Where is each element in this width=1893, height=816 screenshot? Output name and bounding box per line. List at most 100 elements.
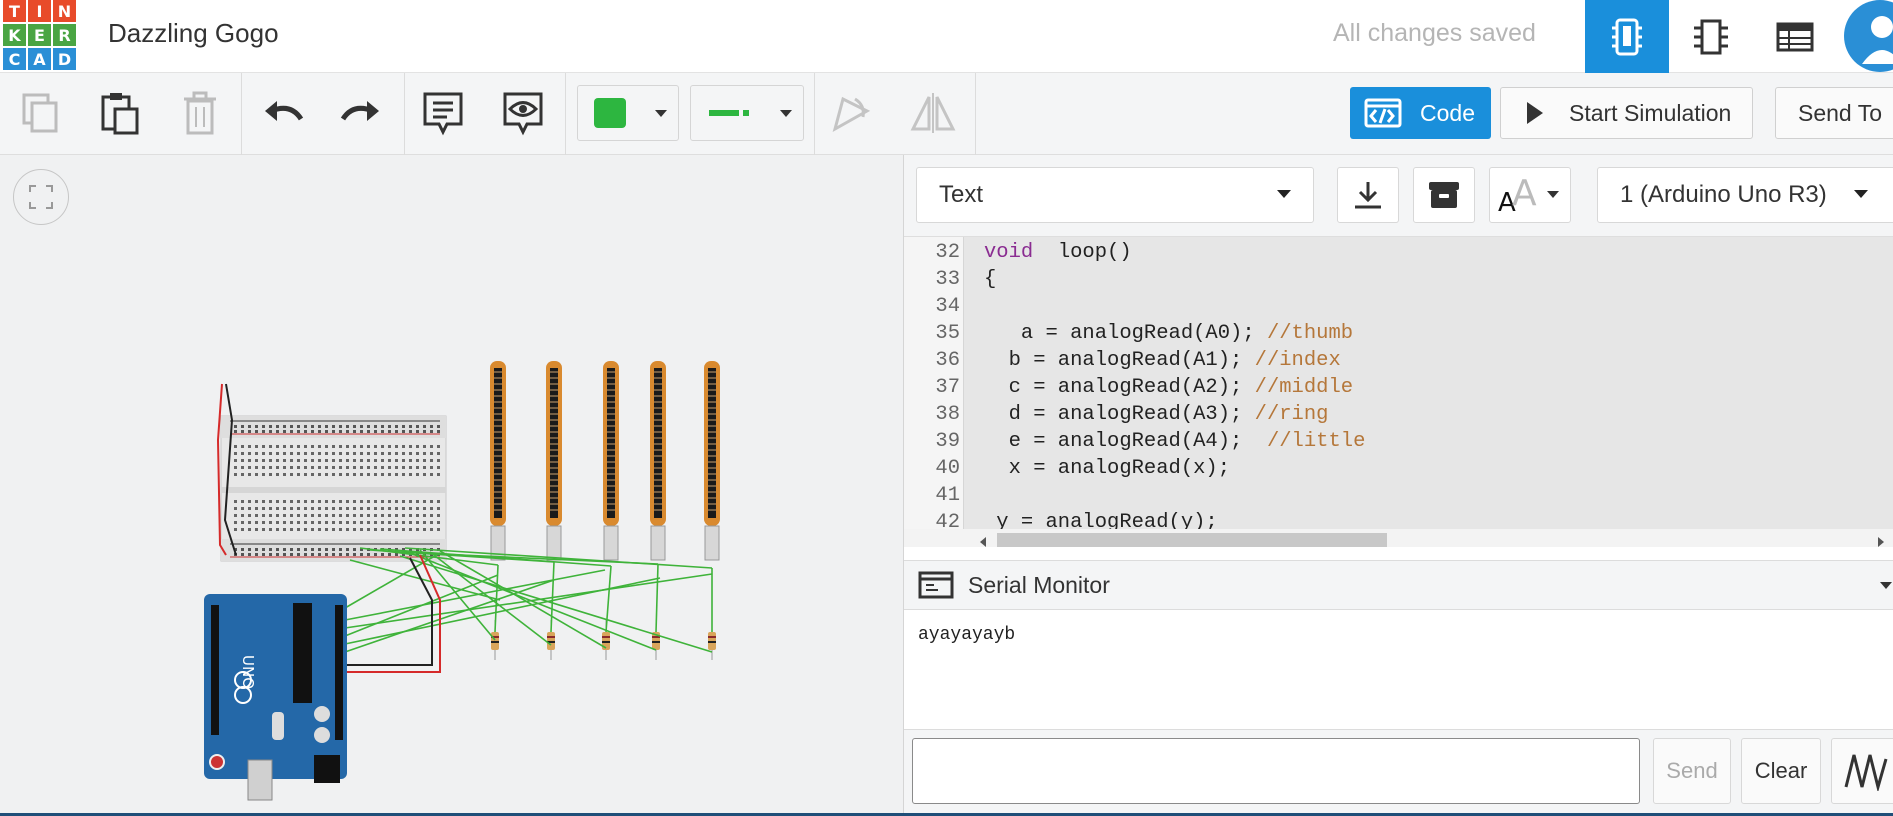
flex-sensor[interactable] (704, 361, 720, 561)
code-editor-icon (1364, 98, 1402, 128)
serial-monitor-header[interactable]: Serial Monitor (904, 560, 1893, 610)
user-avatar[interactable] (1840, 0, 1893, 73)
flex-sensor[interactable] (603, 361, 619, 561)
code-text: a = analogRead(A0); (984, 322, 1267, 345)
flex-sensor[interactable] (546, 361, 562, 561)
download-code-button[interactable] (1337, 167, 1399, 223)
code-text: loop() (1033, 241, 1132, 264)
line-number: 32 (935, 241, 960, 264)
serial-monitor-icon (918, 571, 954, 599)
copy-button[interactable] (12, 85, 68, 141)
save-status: All changes saved (1333, 19, 1536, 47)
serial-graph-button[interactable] (1831, 738, 1893, 804)
scroll-left-icon (980, 537, 986, 547)
code-line[interactable]: 33 { (904, 268, 1893, 295)
code-text: { (984, 268, 997, 291)
code-text: b = analogRead(A1); (984, 349, 1255, 372)
serial-clear-button[interactable]: Clear (1741, 738, 1821, 804)
flex-sensors[interactable] (490, 361, 720, 561)
code-line[interactable]: 39 e = analogRead(A4); //little (904, 430, 1893, 457)
line-number: 39 (935, 430, 960, 453)
code-line[interactable]: 32 void loop() (904, 241, 1893, 268)
circuit-canvas[interactable]: UNO (0, 155, 903, 813)
code-keyword: void (984, 241, 1034, 264)
horizontal-scrollbar[interactable] (904, 529, 1893, 547)
flex-sensor[interactable] (650, 361, 666, 561)
code-mode-dropdown[interactable]: Text (916, 167, 1314, 223)
line-number: 35 (935, 322, 960, 345)
board-select-dropdown[interactable]: 1 (Arduino Uno R3) (1597, 167, 1893, 223)
paste-button[interactable] (92, 85, 148, 141)
wire-swatch (709, 110, 739, 116)
rotate-button[interactable] (823, 85, 879, 141)
chevron-down-icon[interactable] (1879, 581, 1893, 591)
line-code: a = analogRead(A0); //thumb (984, 322, 1353, 345)
code-line[interactable]: 34 (904, 295, 1893, 322)
flip-icon (910, 93, 956, 133)
code-text: e = analogRead(A4); (984, 430, 1267, 453)
schematic-view-icon (1694, 19, 1728, 54)
line-code: e = analogRead(A4); //little (984, 430, 1366, 453)
code-button[interactable]: Code (1350, 87, 1491, 139)
send-to-button[interactable]: Send To (1775, 87, 1893, 139)
flip-button[interactable] (905, 85, 961, 141)
serial-input-field[interactable] (912, 738, 1640, 804)
resistors[interactable] (491, 620, 716, 660)
serial-monitor-title: Serial Monitor (968, 571, 1110, 598)
redo-button[interactable] (333, 85, 389, 141)
code-comment: //index (1254, 349, 1341, 372)
notes-button[interactable] (415, 85, 471, 141)
undo-button[interactable] (255, 85, 311, 141)
libraries-button[interactable] (1413, 167, 1475, 223)
tinkercad-logo[interactable]: TIN KER CAD (3, 0, 77, 70)
code-text: x = analogRead(x); (984, 457, 1231, 480)
code-text: d = analogRead(A3); (984, 403, 1255, 426)
code-line[interactable]: 37 c = analogRead(A2); //middle (904, 376, 1893, 403)
code-panel-toolbar: Text A A 1 (Arduino Uno R3) (904, 155, 1893, 237)
chevron-down-icon (1854, 190, 1868, 198)
code-comment: //middle (1254, 376, 1354, 399)
chevron-down-icon (655, 110, 667, 117)
serial-send-button[interactable]: Send (1653, 738, 1731, 804)
code-text: c = analogRead(A2); (984, 376, 1255, 399)
board-select-label: 1 (Arduino Uno R3) (1620, 181, 1827, 208)
code-mode-label: Text (939, 181, 984, 208)
code-comment: //little (1266, 430, 1366, 453)
code-line[interactable]: 38 d = analogRead(A3); //ring (904, 403, 1893, 430)
arduino-uno[interactable]: UNO (204, 594, 347, 801)
schematic-view-button[interactable] (1669, 0, 1753, 73)
circuit-drawing[interactable]: UNO (0, 155, 903, 813)
component-list-button[interactable] (1753, 0, 1837, 73)
circuit-view-icon (1612, 18, 1642, 55)
line-number: 36 (935, 349, 960, 372)
copy-icon (22, 93, 58, 133)
start-simulation-button[interactable]: Start Simulation (1500, 87, 1753, 139)
user-avatar-icon (1844, 0, 1893, 72)
font-size-button[interactable]: A A (1489, 167, 1571, 223)
color-picker[interactable] (577, 85, 679, 141)
wire-swatch-end (743, 110, 749, 116)
line-number: 41 (935, 484, 960, 507)
delete-button[interactable] (172, 85, 228, 141)
chevron-down-icon (1547, 191, 1559, 198)
svg-text:A: A (1512, 173, 1537, 214)
code-line[interactable]: 35 a = analogRead(A0); //thumb (904, 322, 1893, 349)
code-line[interactable]: 40 x = analogRead(x); (904, 457, 1893, 484)
line-number: 34 (935, 295, 960, 318)
toggle-notes-visibility-button[interactable] (495, 85, 551, 141)
line-code: x = analogRead(x); (984, 457, 1230, 480)
circuit-view-button[interactable] (1585, 0, 1669, 73)
line-code: c = analogRead(A2); //middle (984, 376, 1353, 399)
wire-type-picker[interactable] (690, 85, 804, 141)
code-editor[interactable]: 32 void loop() 33 {34 35 a = analogRead(A0);… (904, 237, 1893, 547)
code-line[interactable]: 36 b = analogRead(A1); //index (904, 349, 1893, 376)
project-title[interactable]: Dazzling Gogo (108, 18, 279, 49)
breadboard[interactable] (220, 415, 447, 562)
code-line[interactable]: 41 (904, 484, 1893, 511)
scrollbar-thumb[interactable] (997, 533, 1387, 547)
table-list-icon (1776, 22, 1814, 51)
color-swatch (594, 98, 626, 128)
scroll-right-icon (1878, 537, 1884, 547)
flex-sensor[interactable] (490, 361, 506, 561)
code-comment: //ring (1254, 403, 1329, 426)
